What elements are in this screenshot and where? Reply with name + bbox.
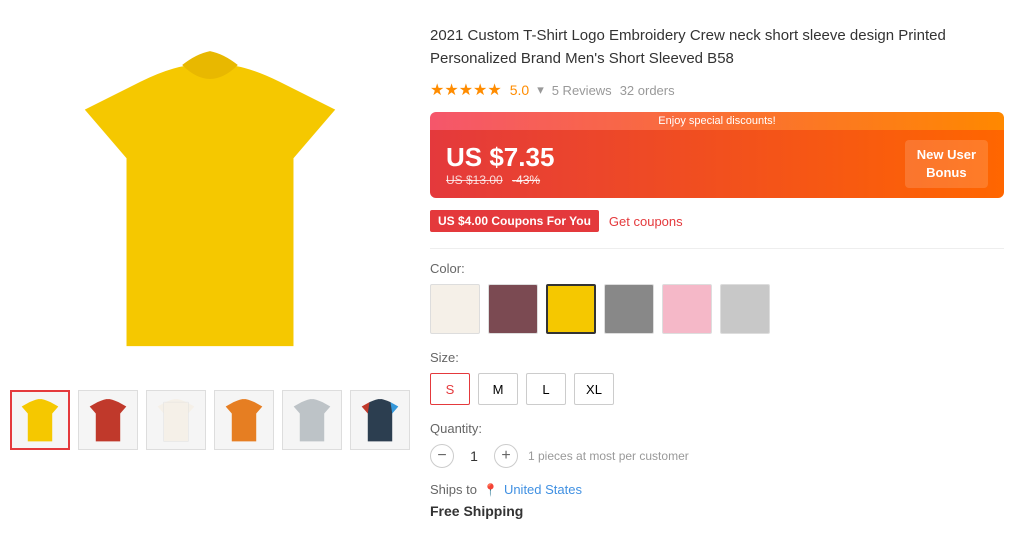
size-options: S M L XL: [430, 373, 1004, 405]
size-xl[interactable]: XL: [574, 373, 614, 405]
thumb-4[interactable]: [214, 390, 274, 450]
thumb-1[interactable]: [10, 390, 70, 450]
qty-note: 1 pieces at most per customer: [528, 449, 689, 463]
size-s[interactable]: S: [430, 373, 470, 405]
price-original-row: US $13.00 -43%: [446, 173, 554, 187]
thumbnail-strip: [10, 390, 410, 450]
rating-number: 5.0: [510, 82, 529, 98]
price-banner-body: US $7.35 US $13.00 -43% New User Bonus: [430, 130, 1004, 198]
left-panel: [20, 20, 400, 519]
rating-dropdown-icon[interactable]: ▾: [537, 82, 544, 98]
price-main: US $7.35 US $13.00 -43%: [446, 142, 554, 187]
qty-decrease-button[interactable]: −: [430, 444, 454, 468]
color-swatch-silver[interactable]: [720, 284, 770, 334]
location-icon: 📍: [483, 483, 498, 497]
divider-1: [430, 248, 1004, 249]
stars: ★★★★★: [430, 80, 502, 100]
orders-count: 32 orders: [620, 83, 675, 98]
reviews-count: 5 Reviews: [552, 83, 612, 98]
color-swatch-mauve[interactable]: [488, 284, 538, 334]
color-swatch-gray[interactable]: [604, 284, 654, 334]
price-current: US $7.35: [446, 142, 554, 173]
coupon-row: US $4.00 Coupons For You Get coupons: [430, 210, 1004, 232]
thumb-3[interactable]: [146, 390, 206, 450]
qty-value: 1: [464, 448, 484, 464]
price-banner: Enjoy special discounts! US $7.35 US $13…: [430, 112, 1004, 198]
rating-row: ★★★★★ 5.0 ▾ 5 Reviews 32 orders: [430, 80, 1004, 100]
new-user-label1: New User: [917, 146, 976, 164]
product-title: 2021 Custom T-Shirt Logo Embroidery Crew…: [430, 25, 1004, 70]
qty-increase-button[interactable]: +: [494, 444, 518, 468]
ships-label: Ships to: [430, 482, 477, 497]
color-label: Color:: [430, 261, 1004, 276]
tshirt-svg: [70, 40, 350, 360]
color-options: [430, 284, 1004, 334]
main-product-image: [50, 20, 370, 380]
thumb-5[interactable]: [282, 390, 342, 450]
new-user-label2: Bonus: [917, 164, 976, 182]
discount-percent: -43%: [512, 173, 540, 187]
right-panel: 2021 Custom T-Shirt Logo Embroidery Crew…: [430, 20, 1004, 519]
ships-row: Ships to 📍 United States: [430, 482, 1004, 497]
quantity-row: − 1 + 1 pieces at most per customer: [430, 444, 1004, 468]
discount-banner-text: Enjoy special discounts!: [430, 112, 1004, 130]
quantity-label: Quantity:: [430, 421, 1004, 436]
color-swatch-yellow[interactable]: [546, 284, 596, 334]
get-coupons-link[interactable]: Get coupons: [609, 214, 683, 229]
thumb-2[interactable]: [78, 390, 138, 450]
free-shipping-label: Free Shipping: [430, 503, 1004, 519]
size-m[interactable]: M: [478, 373, 518, 405]
thumb-6[interactable]: [350, 390, 410, 450]
color-swatch-pink[interactable]: [662, 284, 712, 334]
coupon-badge[interactable]: US $4.00 Coupons For You: [430, 210, 599, 232]
ships-to-link[interactable]: United States: [504, 482, 582, 497]
size-label: Size:: [430, 350, 1004, 365]
original-price: US $13.00: [446, 173, 503, 187]
product-page: 2021 Custom T-Shirt Logo Embroidery Crew…: [0, 0, 1024, 539]
color-swatch-cream[interactable]: [430, 284, 480, 334]
new-user-bonus: New User Bonus: [905, 140, 988, 188]
size-l[interactable]: L: [526, 373, 566, 405]
